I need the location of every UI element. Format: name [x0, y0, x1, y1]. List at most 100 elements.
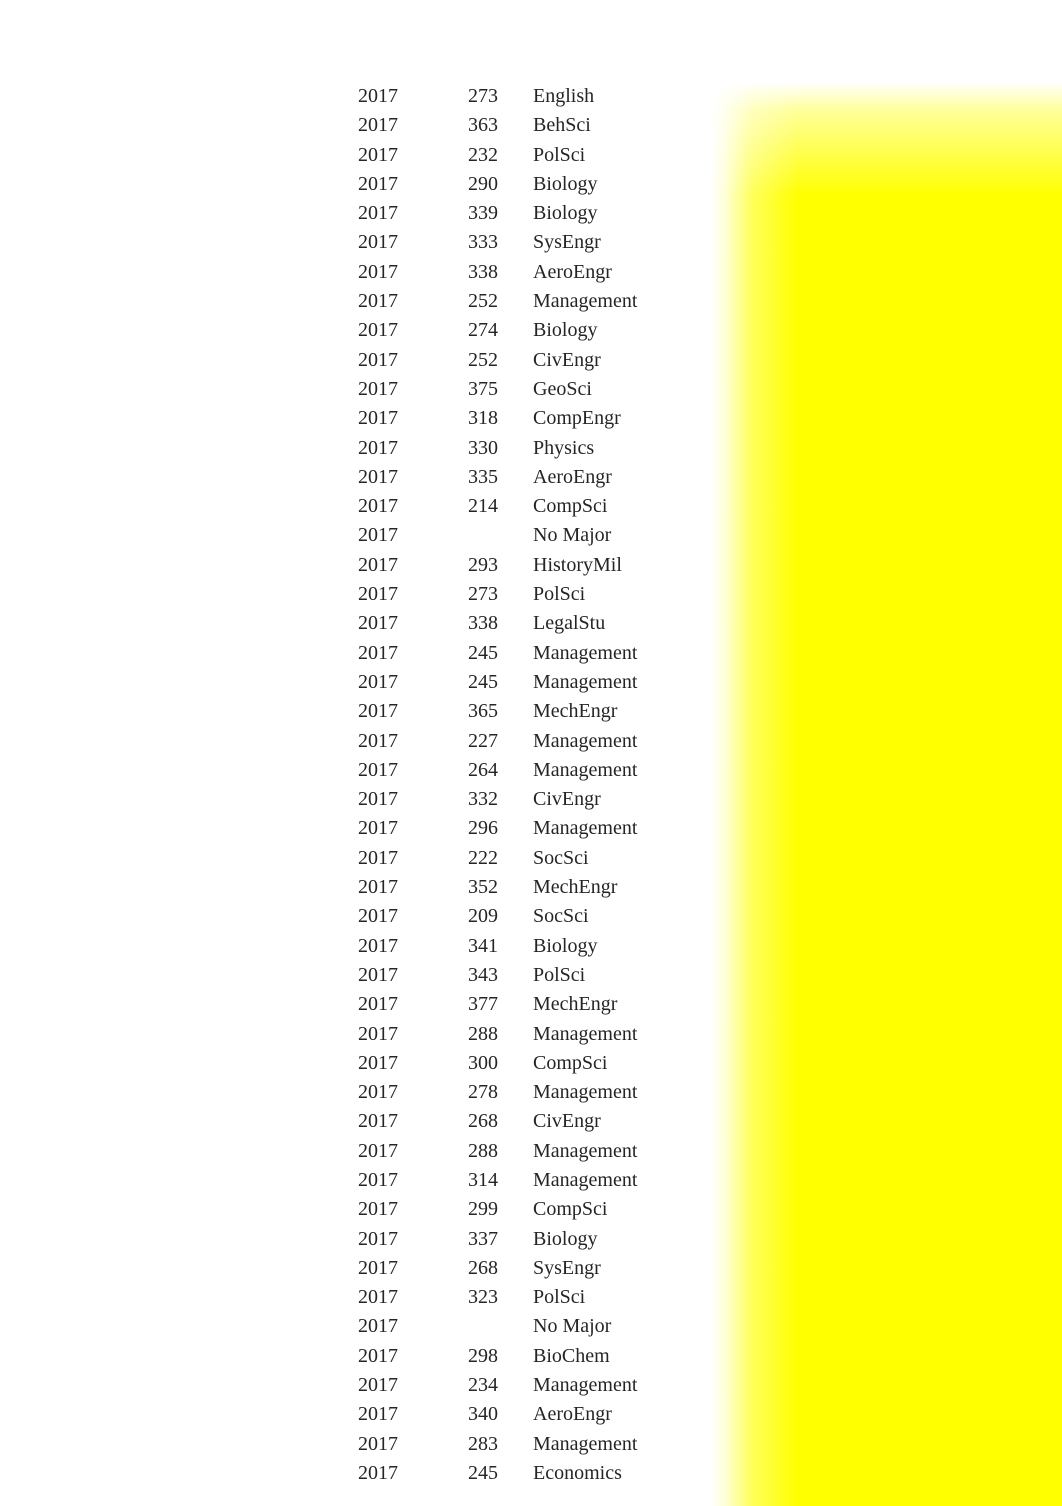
table-row: 2017352MechEngr [0, 873, 710, 902]
major-cell: AeroEngr [498, 463, 612, 492]
number-cell: 335 [398, 463, 498, 492]
year-cell: 2017 [0, 1195, 398, 1224]
number-cell: 296 [398, 814, 498, 843]
table-row: 2017299CompSci [0, 1195, 710, 1224]
year-cell: 2017 [0, 346, 398, 375]
table-row: 2017209SocSci [0, 902, 710, 931]
table-row: 2017214CompSci [0, 492, 710, 521]
number-cell: 337 [398, 1225, 498, 1254]
number-cell: 245 [398, 639, 498, 668]
major-cell: Management [498, 287, 637, 316]
table-row: 2017365MechEngr [0, 697, 710, 726]
major-cell: Management [498, 727, 637, 756]
table-row: 2017337Biology [0, 1225, 710, 1254]
number-cell: 264 [398, 756, 498, 785]
major-cell: CivEngr [498, 1107, 601, 1136]
table-row: 2017290Biology [0, 170, 710, 199]
number-cell: 245 [398, 1459, 498, 1488]
number-cell: 323 [398, 1283, 498, 1312]
number-cell: 375 [398, 375, 498, 404]
year-cell: 2017 [0, 844, 398, 873]
major-cell: Biology [498, 316, 597, 345]
major-cell: Economics [498, 1459, 622, 1488]
year-cell: 2017 [0, 199, 398, 228]
year-cell: 2017 [0, 170, 398, 199]
year-cell: 2017 [0, 141, 398, 170]
table-row: 2017343PolSci [0, 961, 710, 990]
number-cell: 268 [398, 1107, 498, 1136]
number-cell: 293 [398, 551, 498, 580]
number-cell: 340 [398, 1400, 498, 1429]
table-row: 2017298BioChem [0, 1342, 710, 1371]
year-cell: 2017 [0, 492, 398, 521]
year-cell: 2017 [0, 111, 398, 140]
number-cell: 252 [398, 287, 498, 316]
number-cell: 299 [398, 1195, 498, 1224]
number-cell: 288 [398, 1020, 498, 1049]
table-row: 2017268SysEngr [0, 1254, 710, 1283]
major-cell: Management [498, 1430, 637, 1459]
table-row: 2017339Biology [0, 199, 710, 228]
table-row: 2017227Management [0, 727, 710, 756]
table-row: 2017330Physics [0, 434, 710, 463]
table-row: 2017273English [0, 82, 710, 111]
number-cell: 288 [398, 1137, 498, 1166]
major-cell: Management [498, 1078, 637, 1107]
year-cell: 2017 [0, 961, 398, 990]
major-cell: CompSci [498, 1195, 607, 1224]
year-cell: 2017 [0, 1137, 398, 1166]
major-cell: HistoryMil [498, 551, 622, 580]
number-cell: 343 [398, 961, 498, 990]
year-cell: 2017 [0, 990, 398, 1019]
number-cell: 290 [398, 170, 498, 199]
major-cell: SocSci [498, 902, 589, 931]
number-cell: 300 [398, 1049, 498, 1078]
year-cell: 2017 [0, 1166, 398, 1195]
year-cell: 2017 [0, 1283, 398, 1312]
major-cell: GeoSci [498, 375, 592, 404]
number-cell: 214 [398, 492, 498, 521]
year-cell: 2017 [0, 463, 398, 492]
table-row: 2017377MechEngr [0, 990, 710, 1019]
number-cell: 314 [398, 1166, 498, 1195]
major-cell: Management [498, 1020, 637, 1049]
table-row: 2017234Management [0, 1371, 710, 1400]
table-row: 2017338LegalStu [0, 609, 710, 638]
major-cell: Biology [498, 199, 597, 228]
year-cell: 2017 [0, 1400, 398, 1429]
major-cell: CompEngr [498, 404, 621, 433]
year-cell: 2017 [0, 902, 398, 931]
year-cell: 2017 [0, 228, 398, 257]
major-cell: Management [498, 668, 637, 697]
table-row: 2017288Management [0, 1137, 710, 1166]
major-cell: AeroEngr [498, 1400, 612, 1429]
number-cell: 278 [398, 1078, 498, 1107]
table-row: 2017338AeroEngr [0, 258, 710, 287]
year-cell: 2017 [0, 1459, 398, 1488]
number-cell: 318 [398, 404, 498, 433]
number-cell: 273 [398, 580, 498, 609]
year-cell: 2017 [0, 1225, 398, 1254]
year-cell: 2017 [0, 434, 398, 463]
major-cell: MechEngr [498, 990, 617, 1019]
year-cell: 2017 [0, 756, 398, 785]
number-cell: 268 [398, 1254, 498, 1283]
major-cell: English [498, 82, 594, 111]
number-cell: 341 [398, 932, 498, 961]
highlight-column [710, 82, 1062, 1506]
year-cell: 2017 [0, 727, 398, 756]
major-cell: AeroEngr [498, 258, 612, 287]
year-cell: 2017 [0, 1371, 398, 1400]
year-cell: 2017 [0, 375, 398, 404]
table-row: 2017268CivEngr [0, 1107, 710, 1136]
table-row: 2017335AeroEngr [0, 463, 710, 492]
major-cell: CivEngr [498, 346, 601, 375]
number-cell: 283 [398, 1430, 498, 1459]
table-row: 2017318CompEngr [0, 404, 710, 433]
number-cell: 234 [398, 1371, 498, 1400]
year-cell: 2017 [0, 697, 398, 726]
major-cell: Biology [498, 932, 597, 961]
major-cell: PolSci [498, 1283, 585, 1312]
year-cell: 2017 [0, 1078, 398, 1107]
table-row: 2017252CivEngr [0, 346, 710, 375]
